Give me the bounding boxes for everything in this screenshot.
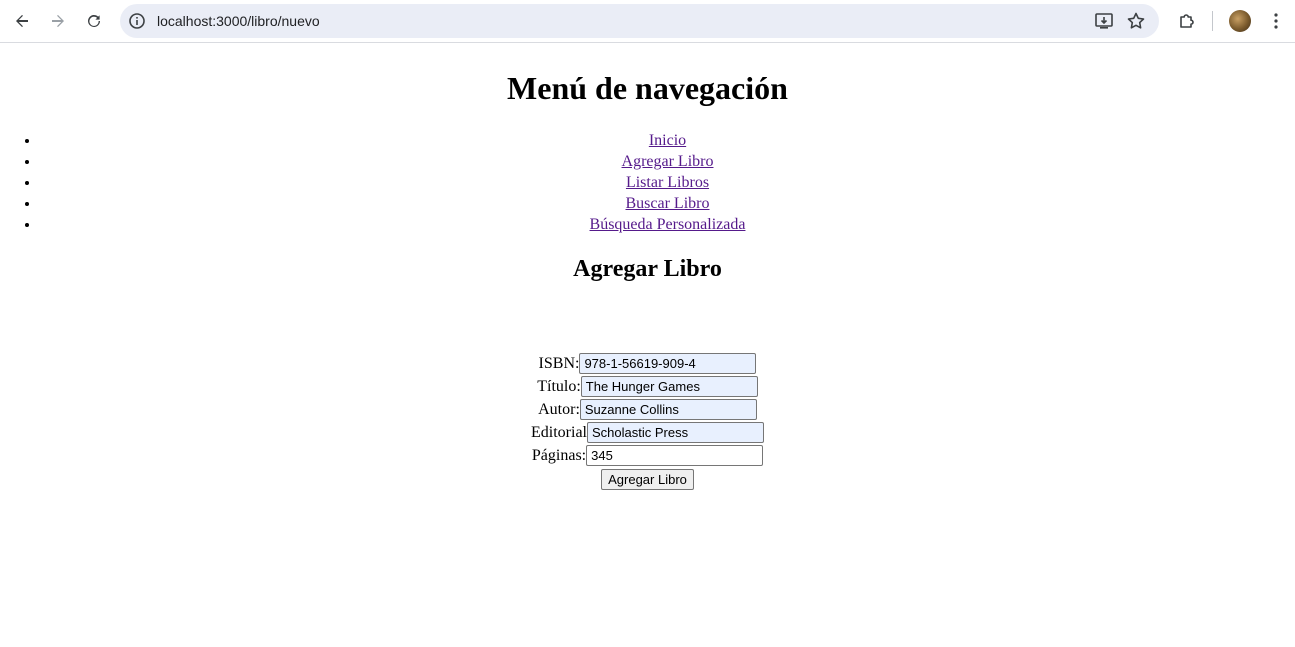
autor-input[interactable] bbox=[579, 399, 757, 420]
menu-item-listar-libros: Listar Libros bbox=[40, 172, 1295, 193]
profile-avatar[interactable] bbox=[1229, 10, 1251, 32]
submit-row: Agregar Libro bbox=[0, 467, 1295, 491]
agregar-libro-button[interactable]: Agregar Libro bbox=[601, 468, 694, 490]
url-text[interactable]: localhost:3000/libro/nuevo bbox=[157, 13, 320, 29]
isbn-input[interactable] bbox=[579, 353, 757, 374]
link-busqueda-personalizada[interactable]: Búsqueda Personalizada bbox=[590, 216, 746, 233]
menu-kebab-icon[interactable] bbox=[1263, 8, 1289, 34]
titulo-row: Título: bbox=[0, 375, 1295, 398]
install-app-icon[interactable] bbox=[1094, 11, 1114, 31]
isbn-row: ISBN: bbox=[0, 352, 1295, 375]
editorial-row: Editorial bbox=[0, 421, 1295, 444]
titulo-label: Título: bbox=[537, 377, 581, 395]
link-inicio[interactable]: Inicio bbox=[649, 132, 686, 149]
extensions-icon[interactable] bbox=[1174, 8, 1200, 34]
autor-row: Autor: bbox=[0, 398, 1295, 421]
menu-item-busqueda-personalizada: Búsqueda Personalizada bbox=[40, 214, 1295, 235]
link-agregar-libro[interactable]: Agregar Libro bbox=[622, 153, 714, 170]
menu-item-inicio: Inicio bbox=[40, 130, 1295, 151]
forward-arrow-icon[interactable] bbox=[45, 8, 71, 34]
editorial-label: Editorial bbox=[531, 423, 587, 441]
menu-item-buscar-libro: Buscar Libro bbox=[40, 193, 1295, 214]
paginas-row: Páginas: bbox=[0, 444, 1295, 467]
back-arrow-icon[interactable] bbox=[9, 8, 35, 34]
paginas-input[interactable] bbox=[586, 445, 764, 466]
bookmark-star-icon[interactable] bbox=[1126, 11, 1146, 31]
page-title: Menú de navegación bbox=[507, 70, 788, 106]
autor-label: Autor: bbox=[538, 400, 580, 418]
link-listar-libros[interactable]: Listar Libros bbox=[626, 174, 709, 191]
isbn-label: ISBN: bbox=[538, 354, 580, 372]
browser-toolbar: localhost:3000/libro/nuevo bbox=[0, 0, 1295, 43]
site-info-icon[interactable] bbox=[128, 12, 146, 30]
menu-item-agregar-libro: Agregar Libro bbox=[40, 151, 1295, 172]
form-title: Agregar Libro bbox=[573, 256, 722, 282]
toolbar-divider bbox=[1212, 11, 1213, 31]
address-bar[interactable]: localhost:3000/libro/nuevo bbox=[120, 4, 1159, 38]
navigation-menu: Inicio Agregar Libro Listar Libros Busca… bbox=[0, 130, 1295, 235]
paginas-label: Páginas: bbox=[531, 446, 587, 464]
link-buscar-libro[interactable]: Buscar Libro bbox=[626, 195, 710, 212]
editorial-input[interactable] bbox=[586, 422, 764, 443]
add-book-form: ISBN: Título: Autor: Editorial Páginas: … bbox=[0, 352, 1295, 491]
reload-icon[interactable] bbox=[81, 8, 107, 34]
titulo-input[interactable] bbox=[580, 376, 758, 397]
